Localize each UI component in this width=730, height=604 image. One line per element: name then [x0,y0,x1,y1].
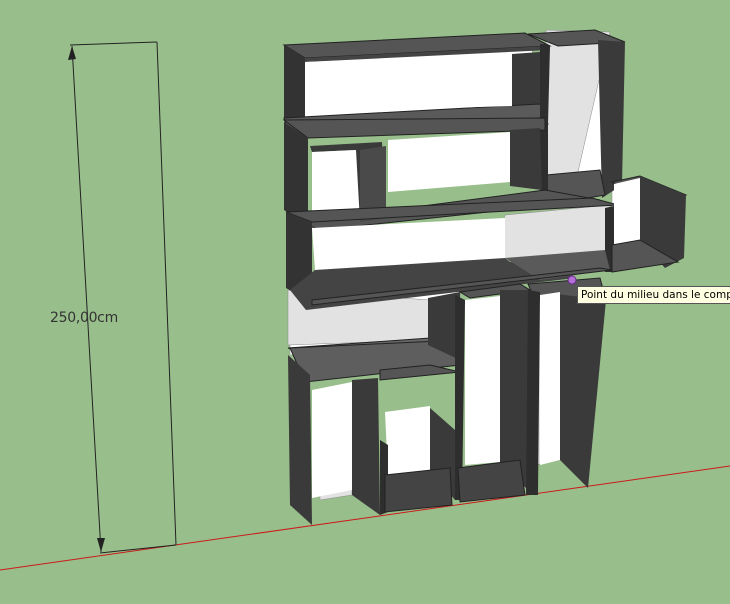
modeling-viewport[interactable]: 250,00cm Point du milieu dans le composa [0,0,730,600]
shelf-box-tall-center [455,283,532,503]
dimension-extension-line-bottom [99,544,177,554]
shelf-box-low-small [379,364,461,515]
dimension-extension-line-top [69,41,158,46]
shelf-box-side-right [610,175,688,273]
dimension-extension-line-right [156,41,177,546]
dimension-text: 250,00cm [50,310,118,326]
midpoint-inference-marker [567,275,577,285]
shelf-box-tall-right [526,277,607,495]
inference-tooltip: Point du milieu dans le composa [577,286,730,304]
dimension-arrow-bottom [97,538,105,552]
dimension-line [71,45,102,553]
dimension-arrow-top [68,46,76,60]
